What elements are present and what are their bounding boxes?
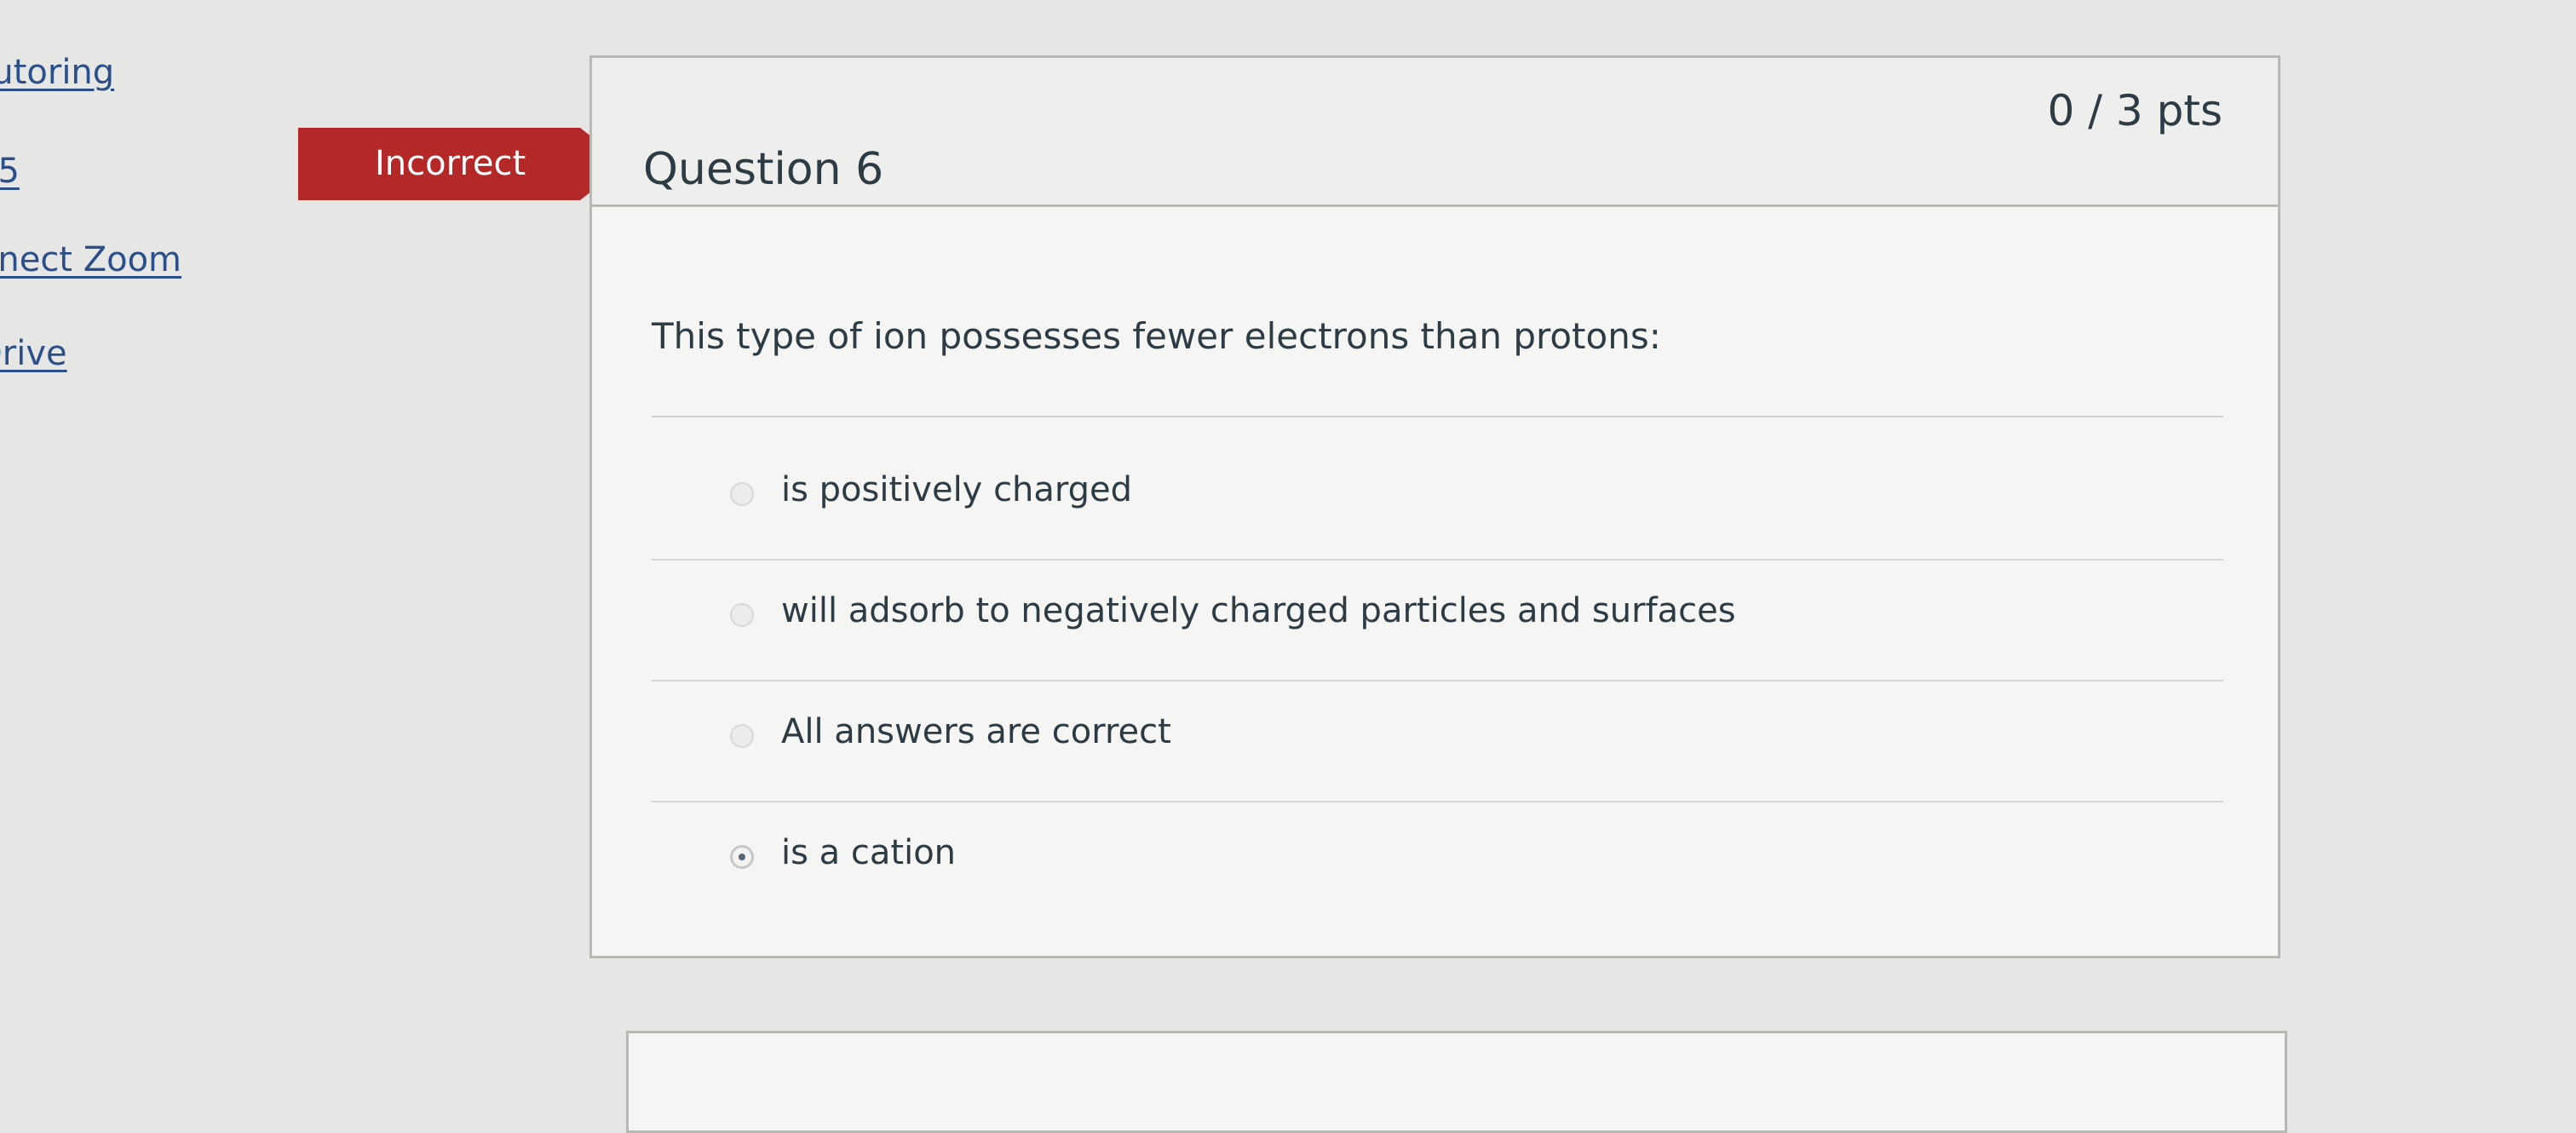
answers-divider: [652, 416, 2223, 417]
sidebar-link-tutoring[interactable]: Tutoring: [0, 53, 114, 92]
question-card: Question 6 0 / 3 pts This type of ion po…: [589, 55, 2280, 958]
course-sidebar: Tutoring 65 nnect Zoom Drive: [0, 0, 281, 1084]
radio-selected-icon[interactable]: [730, 845, 754, 869]
answer-option[interactable]: will adsorb to negatively charged partic…: [592, 579, 2278, 699]
incorrect-badge: Incorrect: [298, 128, 626, 200]
sidebar-link-connect-zoom[interactable]: nnect Zoom: [0, 240, 181, 279]
answer-divider: [652, 680, 2223, 682]
answer-label: is a cation: [781, 833, 957, 872]
question-points: 0 / 3 pts: [2047, 86, 2222, 135]
answer-divider: [652, 801, 2223, 802]
answer-option[interactable]: is positively charged: [592, 458, 2278, 578]
sidebar-link-drive[interactable]: Drive: [0, 334, 67, 373]
answer-label: will adsorb to negatively charged partic…: [781, 591, 1736, 630]
question-title: Question 6: [643, 144, 884, 195]
radio-unselected-icon[interactable]: [730, 482, 754, 506]
answer-option[interactable]: All answers are correct: [592, 700, 2278, 820]
question-text: This type of ion possesses fewer electro…: [652, 315, 1661, 357]
radio-unselected-icon[interactable]: [730, 603, 754, 627]
answer-label: All answers are correct: [781, 712, 1171, 751]
sidebar-link-65[interactable]: 65: [0, 152, 20, 191]
answer-label: is positively charged: [781, 470, 1133, 509]
answer-divider: [652, 559, 2223, 561]
answer-option-selected[interactable]: is a cation: [592, 821, 2278, 940]
question-header: Question 6 0 / 3 pts: [592, 58, 2278, 207]
next-question-card: [626, 1031, 2287, 1133]
radio-unselected-icon[interactable]: [730, 724, 754, 748]
